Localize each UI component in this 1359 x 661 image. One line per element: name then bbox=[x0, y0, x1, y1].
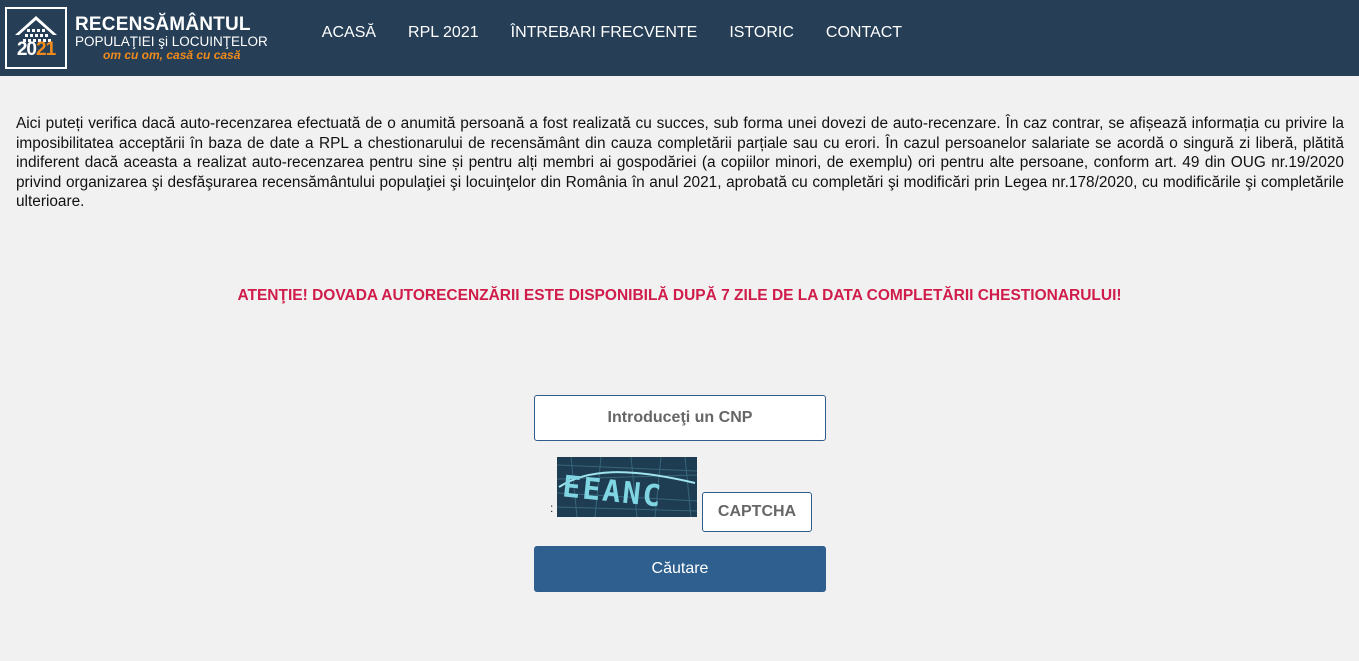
captcha-image: EEANC bbox=[557, 456, 697, 517]
search-button[interactable]: Căutare bbox=[534, 545, 826, 592]
nav-link-istoric[interactable]: ISTORIC bbox=[729, 24, 794, 42]
logo-title: RECENSĂMÂNTUL bbox=[75, 13, 251, 35]
warning-notice: ATENŢIE! DOVADA AUTORECENZĂRII ESTE DISP… bbox=[237, 286, 1122, 304]
nav-link-acasa[interactable]: ACASĂ bbox=[322, 24, 376, 42]
search-form: : EEANC Căutare bbox=[0, 305, 1359, 635]
site-logo[interactable]: 2021 RECENSĂMÂNTUL POPULAŢIEI şi LOCUINŢ… bbox=[5, 6, 268, 70]
logo-year: 2021 bbox=[7, 39, 65, 61]
logo-year-part2: 21 bbox=[36, 39, 56, 60]
nav-link-rpl-2021[interactable]: RPL 2021 bbox=[408, 24, 479, 42]
logo-slogan: om cu om, casă cu casă bbox=[103, 48, 241, 63]
nav-link-contact[interactable]: CONTACT bbox=[826, 24, 902, 42]
logo-year-part1: 20 bbox=[16, 39, 37, 60]
cnp-input[interactable] bbox=[534, 394, 826, 441]
intro-paragraph: Aici puteți verifica dacă auto-recenzare… bbox=[16, 115, 1344, 210]
captcha-input[interactable] bbox=[702, 491, 812, 532]
logo-text: RECENSĂMÂNTUL POPULAŢIEI şi LOCUINŢELOR … bbox=[75, 15, 268, 62]
logo-subtitle: POPULAŢIEI şi LOCUINŢELOR bbox=[75, 33, 268, 49]
captcha-prefix: : bbox=[550, 500, 554, 515]
main-nav: ACASĂ RPL 2021 ÎNTREBARI FRECVENTE ISTOR… bbox=[322, 24, 934, 42]
top-navbar: 2021 RECENSĂMÂNTUL POPULAŢIEI şi LOCUINŢ… bbox=[0, 0, 1359, 76]
logo-emblem: 2021 bbox=[5, 7, 67, 69]
nav-link-faq[interactable]: ÎNTREBARI FRECVENTE bbox=[511, 24, 698, 42]
